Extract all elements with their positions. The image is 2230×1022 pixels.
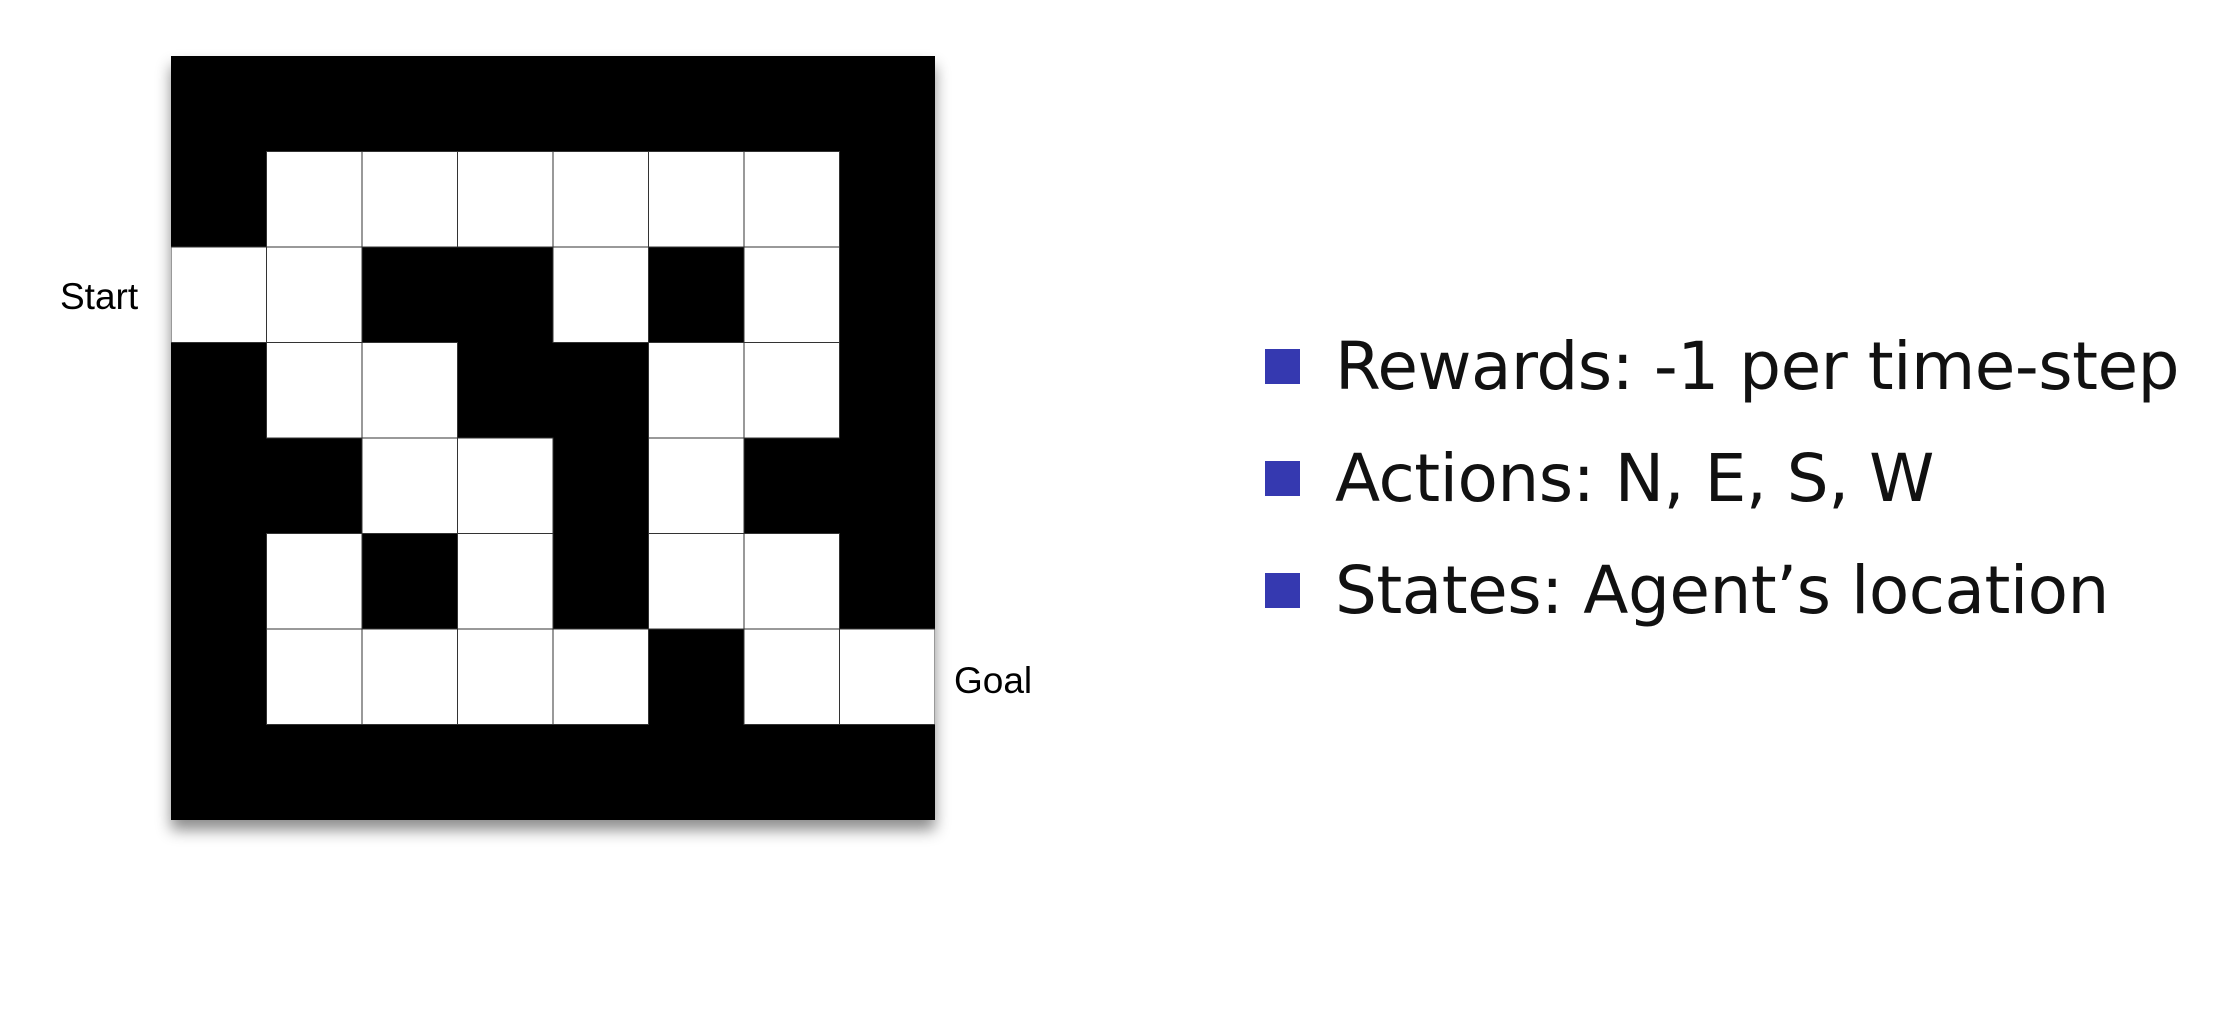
bullet-rewards: Rewards: -1 per time-step [1265,310,2180,422]
maze-open-cell [839,628,935,725]
maze-open-cell [266,151,363,248]
maze-open-cell [266,628,363,725]
maze-open-cell [361,151,458,248]
maze-open-cell [457,151,554,248]
maze-open-cell [743,151,840,248]
maze-open-cell [266,246,363,343]
square-bullet-icon [1265,348,1300,384]
maze-open-cell [648,342,745,439]
maze-open-cell [457,437,554,534]
bullet-text: States: Agent’s location [1335,551,2109,629]
square-bullet-icon [1265,572,1300,608]
maze-open-cell [361,437,458,534]
maze-open-cell [552,628,649,725]
maze-open-cell [361,342,458,439]
maze-open-cell [648,533,745,630]
maze-open-cell [743,342,840,439]
maze-open-cell [361,628,458,725]
bullet-text: Rewards: -1 per time-step [1335,327,2180,405]
maze-open-cell [743,246,840,343]
maze-open-cell [552,246,649,343]
maze-open-cell [266,533,363,630]
maze-open-cell [743,533,840,630]
goal-label: Goal [954,660,1033,701]
gridworld-maze [171,56,935,820]
square-bullet-icon [1265,460,1300,496]
bullet-text: Actions: N, E, S, W [1335,439,1934,517]
bullet-states: States: Agent’s location [1265,534,2179,646]
maze-grid [171,56,935,820]
maze-open-cell [171,246,267,343]
maze-open-cell [552,151,649,248]
maze-open-cell [648,151,745,248]
maze-open-cell [457,533,554,630]
start-label: Start [60,276,139,317]
bullet-actions: Actions: N, E, S, W [1265,422,2179,534]
bullet-list: Rewards: -1 per time-step Actions: N, E,… [1265,310,2180,646]
maze-open-cell [457,628,554,725]
maze-open-cell [648,437,745,534]
maze-open-cell [743,628,840,725]
maze-open-cell [266,342,363,439]
